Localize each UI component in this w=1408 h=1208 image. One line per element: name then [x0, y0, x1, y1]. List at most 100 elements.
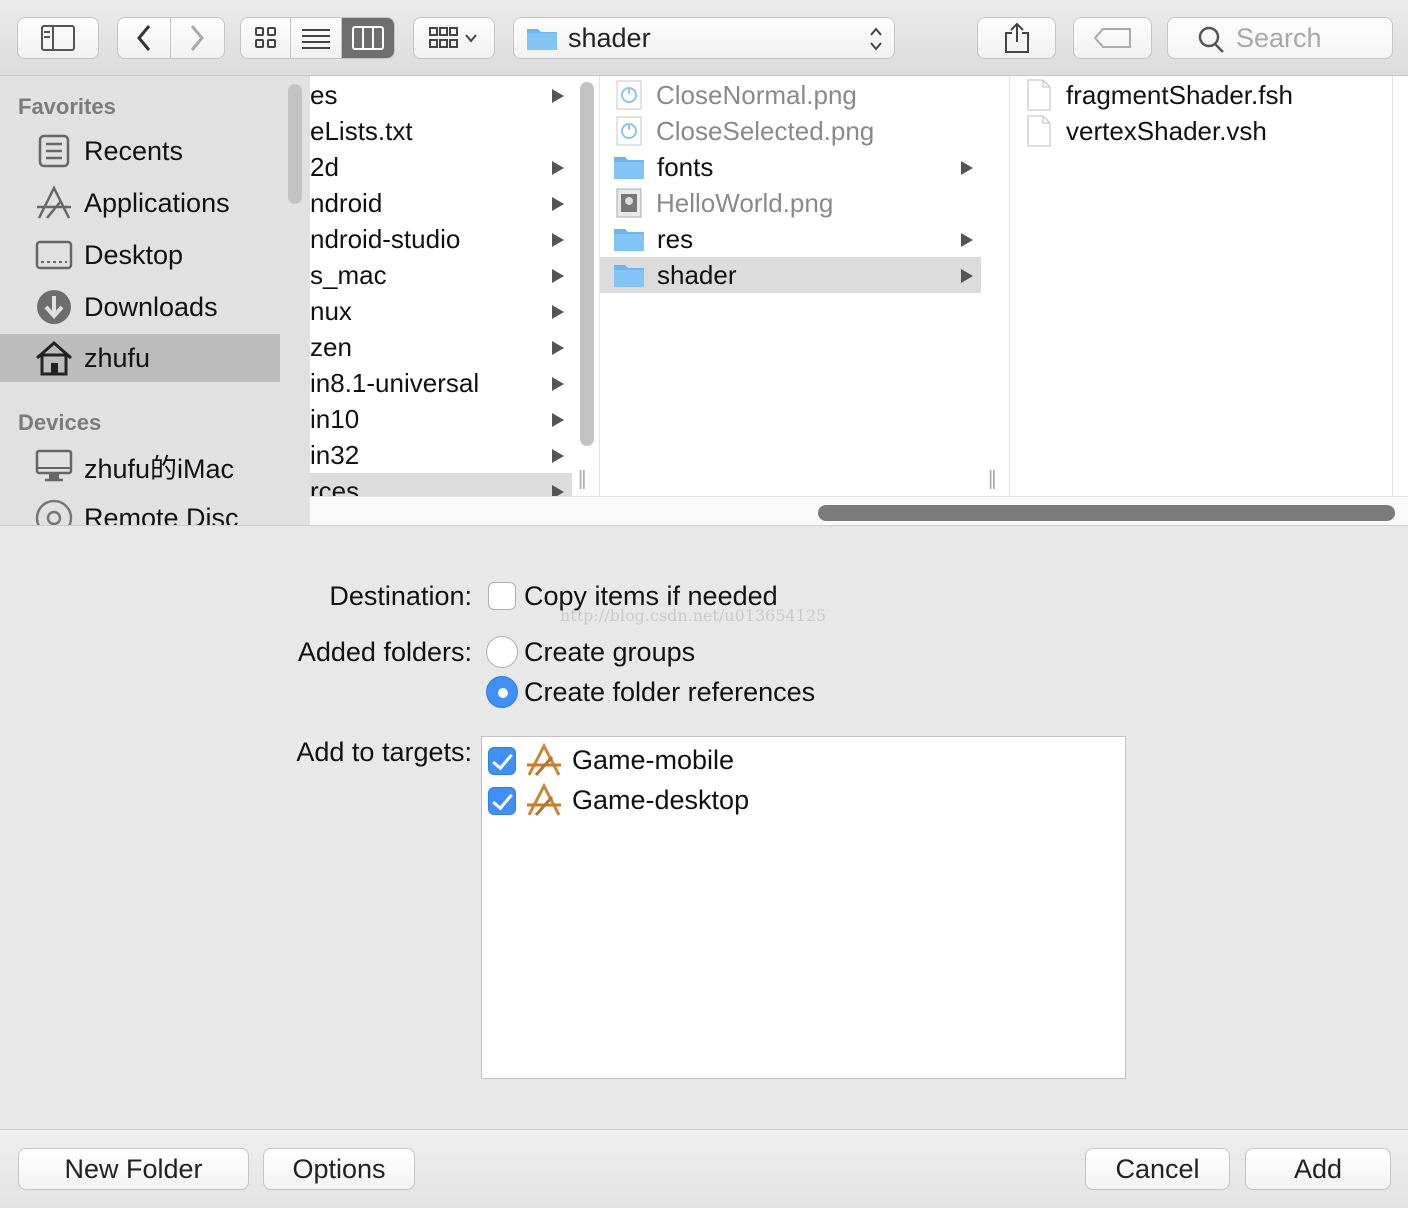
target-checkbox[interactable]	[488, 747, 516, 775]
imac-icon	[34, 446, 74, 486]
arrange-menu-button[interactable]	[413, 17, 495, 59]
list-item-selected[interactable]: shader	[600, 257, 981, 293]
disclosure-arrow-icon	[552, 485, 564, 496]
sidebar-item-label: zhufu	[84, 342, 151, 373]
document-icon	[1027, 115, 1051, 147]
create-folder-references-label: Create folder references	[524, 677, 816, 707]
share-button[interactable]	[977, 17, 1056, 59]
list-item[interactable]: zen	[310, 329, 572, 365]
list-item[interactable]: in10	[310, 401, 572, 437]
sidebar-item-remote-disc[interactable]: Remote Disc	[0, 494, 280, 525]
list-item[interactable]: fragmentShader.fsh	[1010, 77, 1392, 113]
sidebar-item-label: Remote Disc	[84, 502, 239, 526]
add-button[interactable]: Add	[1245, 1148, 1391, 1190]
sidebar-item-imac[interactable]: zhufu的iMac	[0, 442, 280, 490]
list-item-selected[interactable]: rces	[310, 473, 572, 496]
sidebar-item-zhufu[interactable]: zhufu	[0, 334, 280, 382]
updown-arrows-icon	[870, 27, 882, 51]
png-file-icon	[616, 116, 642, 146]
disclosure-arrow-icon	[961, 269, 973, 283]
column-1-scrollbar[interactable]	[580, 82, 594, 446]
recents-icon	[34, 131, 74, 171]
sidebar-item-recents[interactable]: Recents	[0, 127, 280, 175]
chevron-left-icon	[136, 25, 150, 51]
list-item[interactable]: res	[600, 221, 981, 257]
disclosure-arrow-icon	[552, 413, 564, 427]
back-forward-group	[117, 17, 225, 59]
sidebar-item-label: Downloads	[84, 291, 218, 322]
target-name: Game-desktop	[572, 785, 750, 815]
sidebar: Favorites Recents Applications Desktop D…	[0, 76, 310, 525]
column-divider	[1392, 76, 1393, 496]
options-button[interactable]: Options	[263, 1148, 415, 1190]
new-folder-button[interactable]: New Folder	[18, 1148, 249, 1190]
list-item[interactable]: 2d	[310, 149, 572, 185]
forward-button[interactable]	[171, 18, 224, 58]
document-icon	[1027, 79, 1051, 111]
downloads-icon	[34, 287, 74, 327]
copy-items-label: Copy items if needed	[524, 581, 778, 611]
back-button[interactable]	[118, 18, 171, 58]
create-groups-radio[interactable]	[486, 636, 518, 668]
column-view-button[interactable]	[341, 18, 394, 58]
disclosure-arrow-icon	[552, 269, 564, 283]
column-3: fragmentShader.fsh vertexShader.vsh	[1010, 76, 1392, 496]
list-item[interactable]: in8.1-universal	[310, 365, 572, 401]
cancel-button[interactable]: Cancel	[1085, 1148, 1230, 1190]
tags-button[interactable]	[1073, 17, 1152, 59]
target-name: Game-mobile	[572, 745, 735, 775]
column-resize-handle[interactable]: ||	[988, 468, 997, 491]
list-view-button[interactable]	[291, 18, 342, 58]
image-file-icon	[616, 188, 642, 218]
column-1: es eLists.txt 2d ndroid ndroid-studio s_…	[310, 76, 572, 496]
folder-icon	[614, 229, 644, 251]
search-field[interactable]: Search	[1167, 17, 1393, 59]
add-to-targets-label: Add to targets:	[296, 737, 472, 767]
create-folder-references-radio[interactable]	[486, 676, 518, 708]
destination-label: Destination:	[329, 581, 472, 611]
list-item[interactable]: fonts	[600, 149, 981, 185]
folder-icon	[614, 157, 644, 179]
list-item[interactable]: in32	[310, 437, 572, 473]
disclosure-arrow-icon	[552, 161, 564, 175]
tag-icon	[1093, 28, 1131, 48]
list-item[interactable]: vertexShader.vsh	[1010, 113, 1392, 149]
disclosure-arrow-icon	[961, 233, 973, 247]
sidebar-scrollbar[interactable]	[288, 84, 302, 204]
create-groups-label: Create groups	[524, 637, 696, 667]
list-item[interactable]: CloseSelected.png	[600, 113, 981, 149]
list-item[interactable]: s_mac	[310, 257, 572, 293]
sidebar-item-downloads[interactable]: Downloads	[0, 283, 280, 331]
list-item[interactable]: es	[310, 77, 572, 113]
target-row: Game-mobile	[482, 741, 1125, 781]
target-checkbox[interactable]	[488, 787, 516, 815]
added-folders-label: Added folders:	[297, 637, 472, 667]
column-resize-handle[interactable]: ||	[578, 468, 587, 491]
sidebar-item-desktop[interactable]: Desktop	[0, 231, 280, 279]
disclosure-arrow-icon	[552, 233, 564, 247]
target-row: Game-desktop	[482, 781, 1125, 821]
disclosure-arrow-icon	[552, 89, 564, 103]
sidebar-item-label: Recents	[84, 135, 184, 166]
copy-items-checkbox[interactable]	[488, 582, 516, 610]
horizontal-scrollbar[interactable]	[818, 505, 1395, 521]
list-item[interactable]: ndroid	[310, 185, 572, 221]
disc-icon	[34, 498, 74, 525]
list-item[interactable]: CloseNormal.png	[600, 77, 981, 113]
path-popup[interactable]: shader	[513, 17, 895, 59]
list-item[interactable]: HelloWorld.png	[600, 185, 981, 221]
sidebar-item-applications[interactable]: Applications	[0, 179, 280, 227]
icon-view-icon	[254, 27, 276, 48]
options-panel: http://blog.csdn.net/u013654125 Destinat…	[0, 525, 1408, 1129]
sidebar-item-label: Desktop	[84, 239, 184, 270]
xcode-target-icon	[527, 743, 561, 776]
share-icon	[1004, 22, 1029, 53]
devices-header: Devices	[18, 410, 102, 435]
disclosure-arrow-icon	[961, 161, 973, 175]
icon-view-button[interactable]	[241, 18, 292, 58]
list-item[interactable]: nux	[310, 293, 572, 329]
list-view-icon	[302, 29, 331, 49]
list-item[interactable]: ndroid-studio	[310, 221, 572, 257]
sidebar-toggle-button[interactable]	[17, 17, 99, 59]
list-item[interactable]: eLists.txt	[310, 113, 572, 149]
